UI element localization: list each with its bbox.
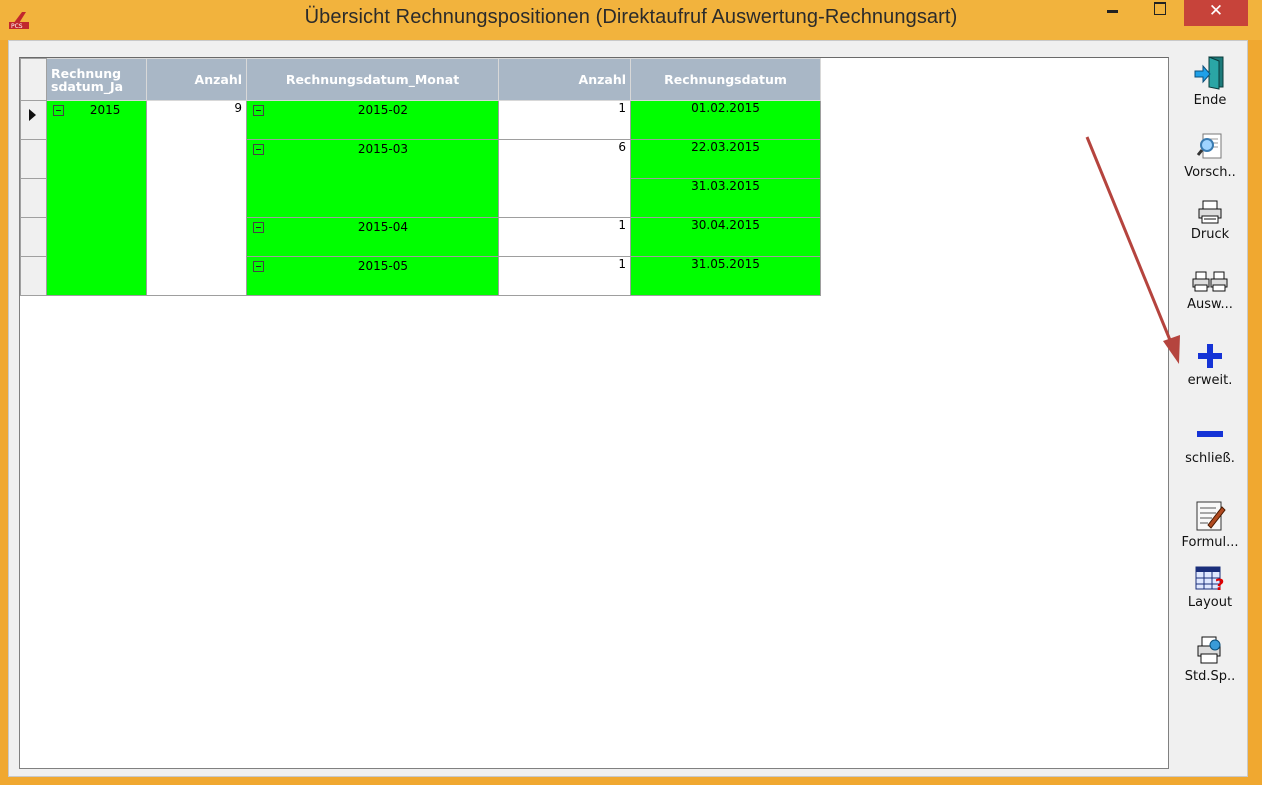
- auswahl-button[interactable]: Ausw...: [1171, 269, 1249, 312]
- pivot-table: Rechnung sdatum_Ja Anzahl Rechnungsdatum…: [20, 58, 821, 296]
- month-value: 2015-04: [357, 220, 408, 234]
- preview-icon: [1196, 133, 1222, 159]
- std-spalten-button[interactable]: Std.Sp..: [1171, 635, 1249, 684]
- row-selector[interactable]: [20, 256, 47, 296]
- title-bar: PCS Übersicht Rechnungspositionen (Direk…: [0, 0, 1262, 40]
- row-selector[interactable]: [20, 217, 47, 257]
- date-cell[interactable]: 31.05.2015: [630, 256, 821, 296]
- row-selector[interactable]: [20, 100, 47, 140]
- exit-door-icon: [1194, 56, 1224, 90]
- auswahl-label: Ausw...: [1187, 297, 1233, 312]
- collapse-icon[interactable]: [53, 105, 64, 116]
- layout-button[interactable]: ? Layout: [1171, 559, 1249, 610]
- close-button[interactable]: ✕: [1184, 0, 1248, 26]
- year-count: 9: [146, 100, 247, 296]
- schliessen-button[interactable]: schließ.: [1171, 419, 1249, 466]
- erweitern-label: erweit.: [1187, 373, 1233, 388]
- druck-button[interactable]: Druck: [1171, 199, 1249, 242]
- client-area: Rechnung sdatum_Ja Anzahl Rechnungsdatum…: [8, 40, 1248, 777]
- header-year[interactable]: Rechnung sdatum_Ja: [46, 58, 147, 101]
- pivot-grid[interactable]: Rechnung sdatum_Ja Anzahl Rechnungsdatum…: [19, 57, 1169, 769]
- month-count: 1: [498, 256, 631, 296]
- collapse-icon[interactable]: [253, 261, 264, 272]
- schliessen-label: schließ.: [1185, 451, 1235, 466]
- formular-label: Formul...: [1181, 535, 1239, 550]
- month-count: 1: [498, 217, 631, 257]
- month-cell[interactable]: 2015-05: [246, 256, 499, 296]
- month-value: 2015-02: [357, 103, 408, 117]
- maximize-button[interactable]: [1144, 0, 1174, 24]
- date-cell[interactable]: 22.03.2015: [630, 139, 821, 179]
- svg-text:?: ?: [1215, 575, 1224, 593]
- vorschau-label: Vorsch..: [1184, 165, 1236, 180]
- row-selector[interactable]: [20, 139, 47, 179]
- formular-button[interactable]: Formul...: [1171, 499, 1249, 550]
- date-cell[interactable]: 30.04.2015: [630, 217, 821, 257]
- toolbar: Ende Vorsch.. Druck Ausw... erweit. schl…: [1171, 51, 1249, 751]
- month-value: 2015-03: [357, 142, 408, 156]
- row-selector[interactable]: [20, 178, 47, 218]
- year-value: 2015: [89, 103, 121, 117]
- month-count: 1: [498, 100, 631, 140]
- window-title: Übersicht Rechnungspositionen (Direktauf…: [304, 6, 958, 28]
- header-count-year[interactable]: Anzahl: [146, 58, 247, 101]
- erweitern-button[interactable]: erweit.: [1171, 341, 1249, 388]
- current-row-icon: [29, 109, 36, 121]
- month-cell[interactable]: 2015-03: [246, 139, 499, 218]
- printer-icon: [1198, 200, 1222, 224]
- ende-button[interactable]: Ende: [1171, 55, 1249, 108]
- collapse-icon[interactable]: [253, 222, 264, 233]
- month-count: 6: [498, 139, 631, 218]
- batch-print-icon: [1192, 271, 1228, 292]
- corner-cell: [20, 58, 47, 101]
- date-cell[interactable]: 01.02.2015: [630, 100, 821, 140]
- collapse-icon[interactable]: [253, 144, 264, 155]
- header-count-month[interactable]: Anzahl: [498, 58, 631, 101]
- month-cell[interactable]: 2015-02: [246, 100, 499, 140]
- plus-icon: [1198, 344, 1222, 368]
- ende-label: Ende: [1193, 93, 1227, 108]
- layout-label: Layout: [1187, 595, 1233, 610]
- year-cell[interactable]: 2015: [46, 100, 147, 296]
- layout-grid-icon: ?: [1195, 566, 1224, 593]
- vorschau-button[interactable]: Vorsch..: [1171, 131, 1249, 180]
- druck-label: Druck: [1190, 227, 1230, 242]
- standard-columns-icon: [1197, 636, 1221, 664]
- date-cell[interactable]: 31.03.2015: [630, 178, 821, 218]
- form-edit-icon: [1196, 501, 1226, 531]
- month-value: 2015-05: [357, 259, 408, 273]
- std-spalten-label: Std.Sp..: [1184, 669, 1236, 684]
- minus-icon: [1197, 431, 1223, 437]
- header-date[interactable]: Rechnungsdatum: [630, 58, 821, 101]
- close-icon: ✕: [1208, 1, 1224, 20]
- month-cell[interactable]: 2015-04: [246, 217, 499, 257]
- minimize-button[interactable]: [1098, 0, 1128, 24]
- collapse-icon[interactable]: [253, 105, 264, 116]
- header-month[interactable]: Rechnungsdatum_Monat: [246, 58, 499, 101]
